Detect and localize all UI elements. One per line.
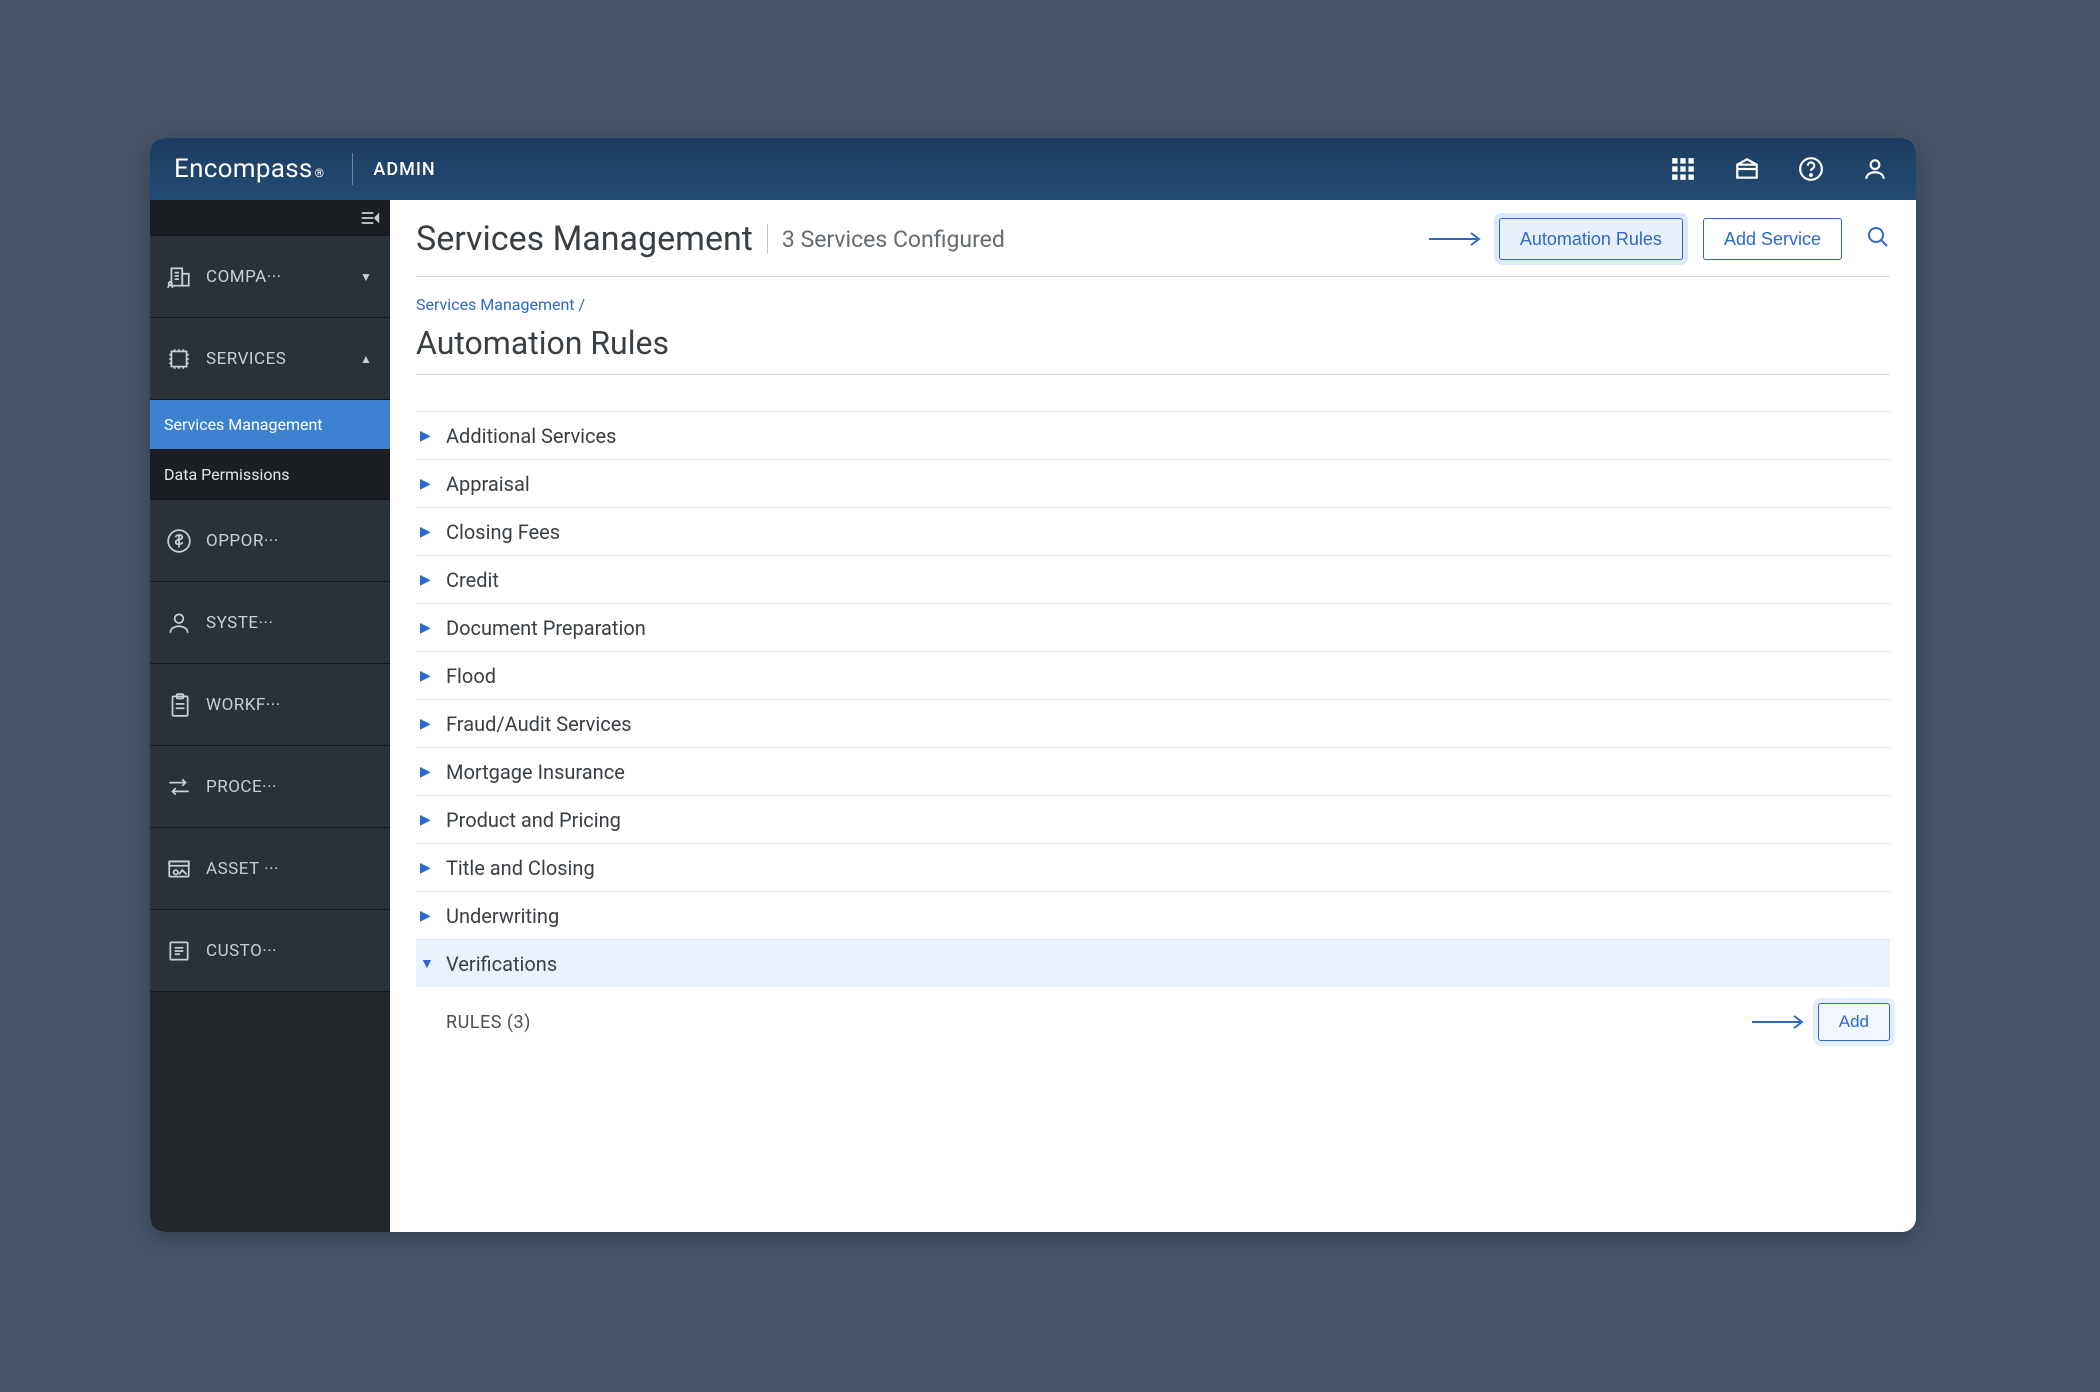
category-label: Product and Pricing: [446, 808, 621, 832]
automation-rules-button[interactable]: Automation Rules: [1499, 218, 1683, 260]
company-icon: [164, 264, 194, 290]
topbar-icons: [1668, 154, 1898, 184]
system-icon: [164, 610, 194, 636]
brand: Encompass®: [160, 154, 324, 184]
sidebar-item-label: SYSTE···: [206, 613, 376, 633]
category-label: Appraisal: [446, 472, 530, 496]
sidebar-item-label: OPPOR···: [206, 531, 376, 551]
admin-label: ADMIN: [373, 159, 435, 180]
caret-right-icon: ▶: [420, 860, 434, 876]
sidebar-item-company[interactable]: COMPA··· ▼: [150, 236, 390, 318]
process-icon: [164, 774, 194, 800]
sidebar-item-opportunity[interactable]: OPPOR···: [150, 500, 390, 582]
sidebar-item-system[interactable]: SYSTE···: [150, 582, 390, 664]
add-service-button[interactable]: Add Service: [1703, 218, 1842, 260]
sidebar-item-asset[interactable]: ASSET ···: [150, 828, 390, 910]
caret-right-icon: ▶: [420, 716, 434, 732]
category-label: Title and Closing: [446, 856, 595, 880]
sidebar-item-process[interactable]: PROCE···: [150, 746, 390, 828]
search-icon[interactable]: [1866, 225, 1890, 253]
caret-right-icon: ▶: [420, 428, 434, 444]
chevron-up-icon: ▲: [360, 352, 376, 366]
chevron-down-icon: ▼: [360, 270, 376, 284]
sidebar-sub-services: Services Management Data Permissions: [150, 400, 390, 500]
sidebar-item-custom[interactable]: CUSTO···: [150, 910, 390, 992]
inbox-icon[interactable]: [1732, 154, 1762, 184]
main-content: Services Management 3 Services Configure…: [390, 200, 1916, 1232]
opportunity-icon: [164, 528, 194, 554]
caret-right-icon: ▶: [420, 572, 434, 588]
category-label: Underwriting: [446, 904, 559, 928]
sidebar-item-label: SERVICES: [206, 349, 348, 369]
sidebar-sub-data-permissions[interactable]: Data Permissions: [150, 450, 390, 500]
rules-bar: RULES (3) Add: [416, 987, 1890, 1041]
caret-right-icon: ▶: [420, 524, 434, 540]
add-rule-button[interactable]: Add: [1818, 1003, 1890, 1041]
breadcrumb-root[interactable]: Services Management: [416, 295, 575, 314]
title-divider: [767, 224, 768, 254]
sidebar-item-label: ASSET ···: [206, 859, 376, 879]
category-row[interactable]: ▶ Fraud/Audit Services: [416, 699, 1890, 747]
brand-name: Encompass®: [174, 154, 324, 184]
sidebar-collapse[interactable]: [150, 200, 390, 236]
hint-arrow-icon: [1427, 230, 1485, 248]
user-icon[interactable]: [1860, 154, 1890, 184]
workflow-icon: [164, 692, 194, 718]
category-row[interactable]: ▶ Credit: [416, 555, 1890, 603]
sidebar-item-label: CUSTO···: [206, 941, 376, 961]
category-row[interactable]: ▶ Document Preparation: [416, 603, 1890, 651]
category-row[interactable]: ▶ Closing Fees: [416, 507, 1890, 555]
page-title: Services Management: [416, 219, 753, 259]
category-label: Additional Services: [446, 424, 616, 448]
category-row[interactable]: ▶ Flood: [416, 651, 1890, 699]
help-icon[interactable]: [1796, 154, 1826, 184]
category-row[interactable]: ▼ Verifications: [416, 939, 1890, 987]
rules-label: RULES (3): [446, 1012, 531, 1033]
category-row[interactable]: ▶ Additional Services: [416, 411, 1890, 459]
category-label: Document Preparation: [446, 616, 646, 640]
topbar: Encompass® ADMIN: [150, 138, 1916, 200]
sidebar-item-workflow[interactable]: WORKF···: [150, 664, 390, 746]
apps-icon[interactable]: [1668, 154, 1698, 184]
category-label: Flood: [446, 664, 496, 688]
categories-list: ▶ Additional Services ▶ Appraisal ▶ Closing F…: [416, 411, 1890, 987]
category-row[interactable]: ▶ Appraisal: [416, 459, 1890, 507]
category-row[interactable]: ▶ Underwriting: [416, 891, 1890, 939]
sidebar: COMPA··· ▼ SERVICES ▲ Services Managemen…: [150, 200, 390, 1232]
section-title: Automation Rules: [416, 324, 1890, 375]
caret-right-icon: ▶: [420, 764, 434, 780]
page-subtitle: 3 Services Configured: [782, 226, 1005, 253]
sidebar-item-label: PROCE···: [206, 777, 376, 797]
caret-down-icon: ▼: [420, 955, 434, 972]
category-row[interactable]: ▶ Product and Pricing: [416, 795, 1890, 843]
topbar-divider: [352, 153, 353, 185]
caret-right-icon: ▶: [420, 476, 434, 492]
category-label: Verifications: [446, 952, 557, 976]
hint-arrow-icon: [1750, 1013, 1808, 1031]
category-label: Closing Fees: [446, 520, 560, 544]
asset-icon: [164, 856, 194, 882]
caret-right-icon: ▶: [420, 620, 434, 636]
category-label: Fraud/Audit Services: [446, 712, 632, 736]
category-row[interactable]: ▶ Mortgage Insurance: [416, 747, 1890, 795]
sidebar-item-services[interactable]: SERVICES ▲: [150, 318, 390, 400]
caret-right-icon: ▶: [420, 812, 434, 828]
services-icon: [164, 346, 194, 372]
sidebar-item-label: COMPA···: [206, 267, 348, 287]
category-label: Mortgage Insurance: [446, 760, 625, 784]
breadcrumb: Services Management/: [416, 295, 1890, 314]
category-label: Credit: [446, 568, 499, 592]
caret-right-icon: ▶: [420, 668, 434, 684]
custom-icon: [164, 938, 194, 964]
app-window: Encompass® ADMIN: [150, 138, 1916, 1232]
sidebar-item-label: WORKF···: [206, 695, 376, 715]
page-header: Services Management 3 Services Configure…: [416, 218, 1890, 277]
category-row[interactable]: ▶ Title and Closing: [416, 843, 1890, 891]
caret-right-icon: ▶: [420, 908, 434, 924]
sidebar-sub-services-management[interactable]: Services Management: [150, 400, 390, 450]
